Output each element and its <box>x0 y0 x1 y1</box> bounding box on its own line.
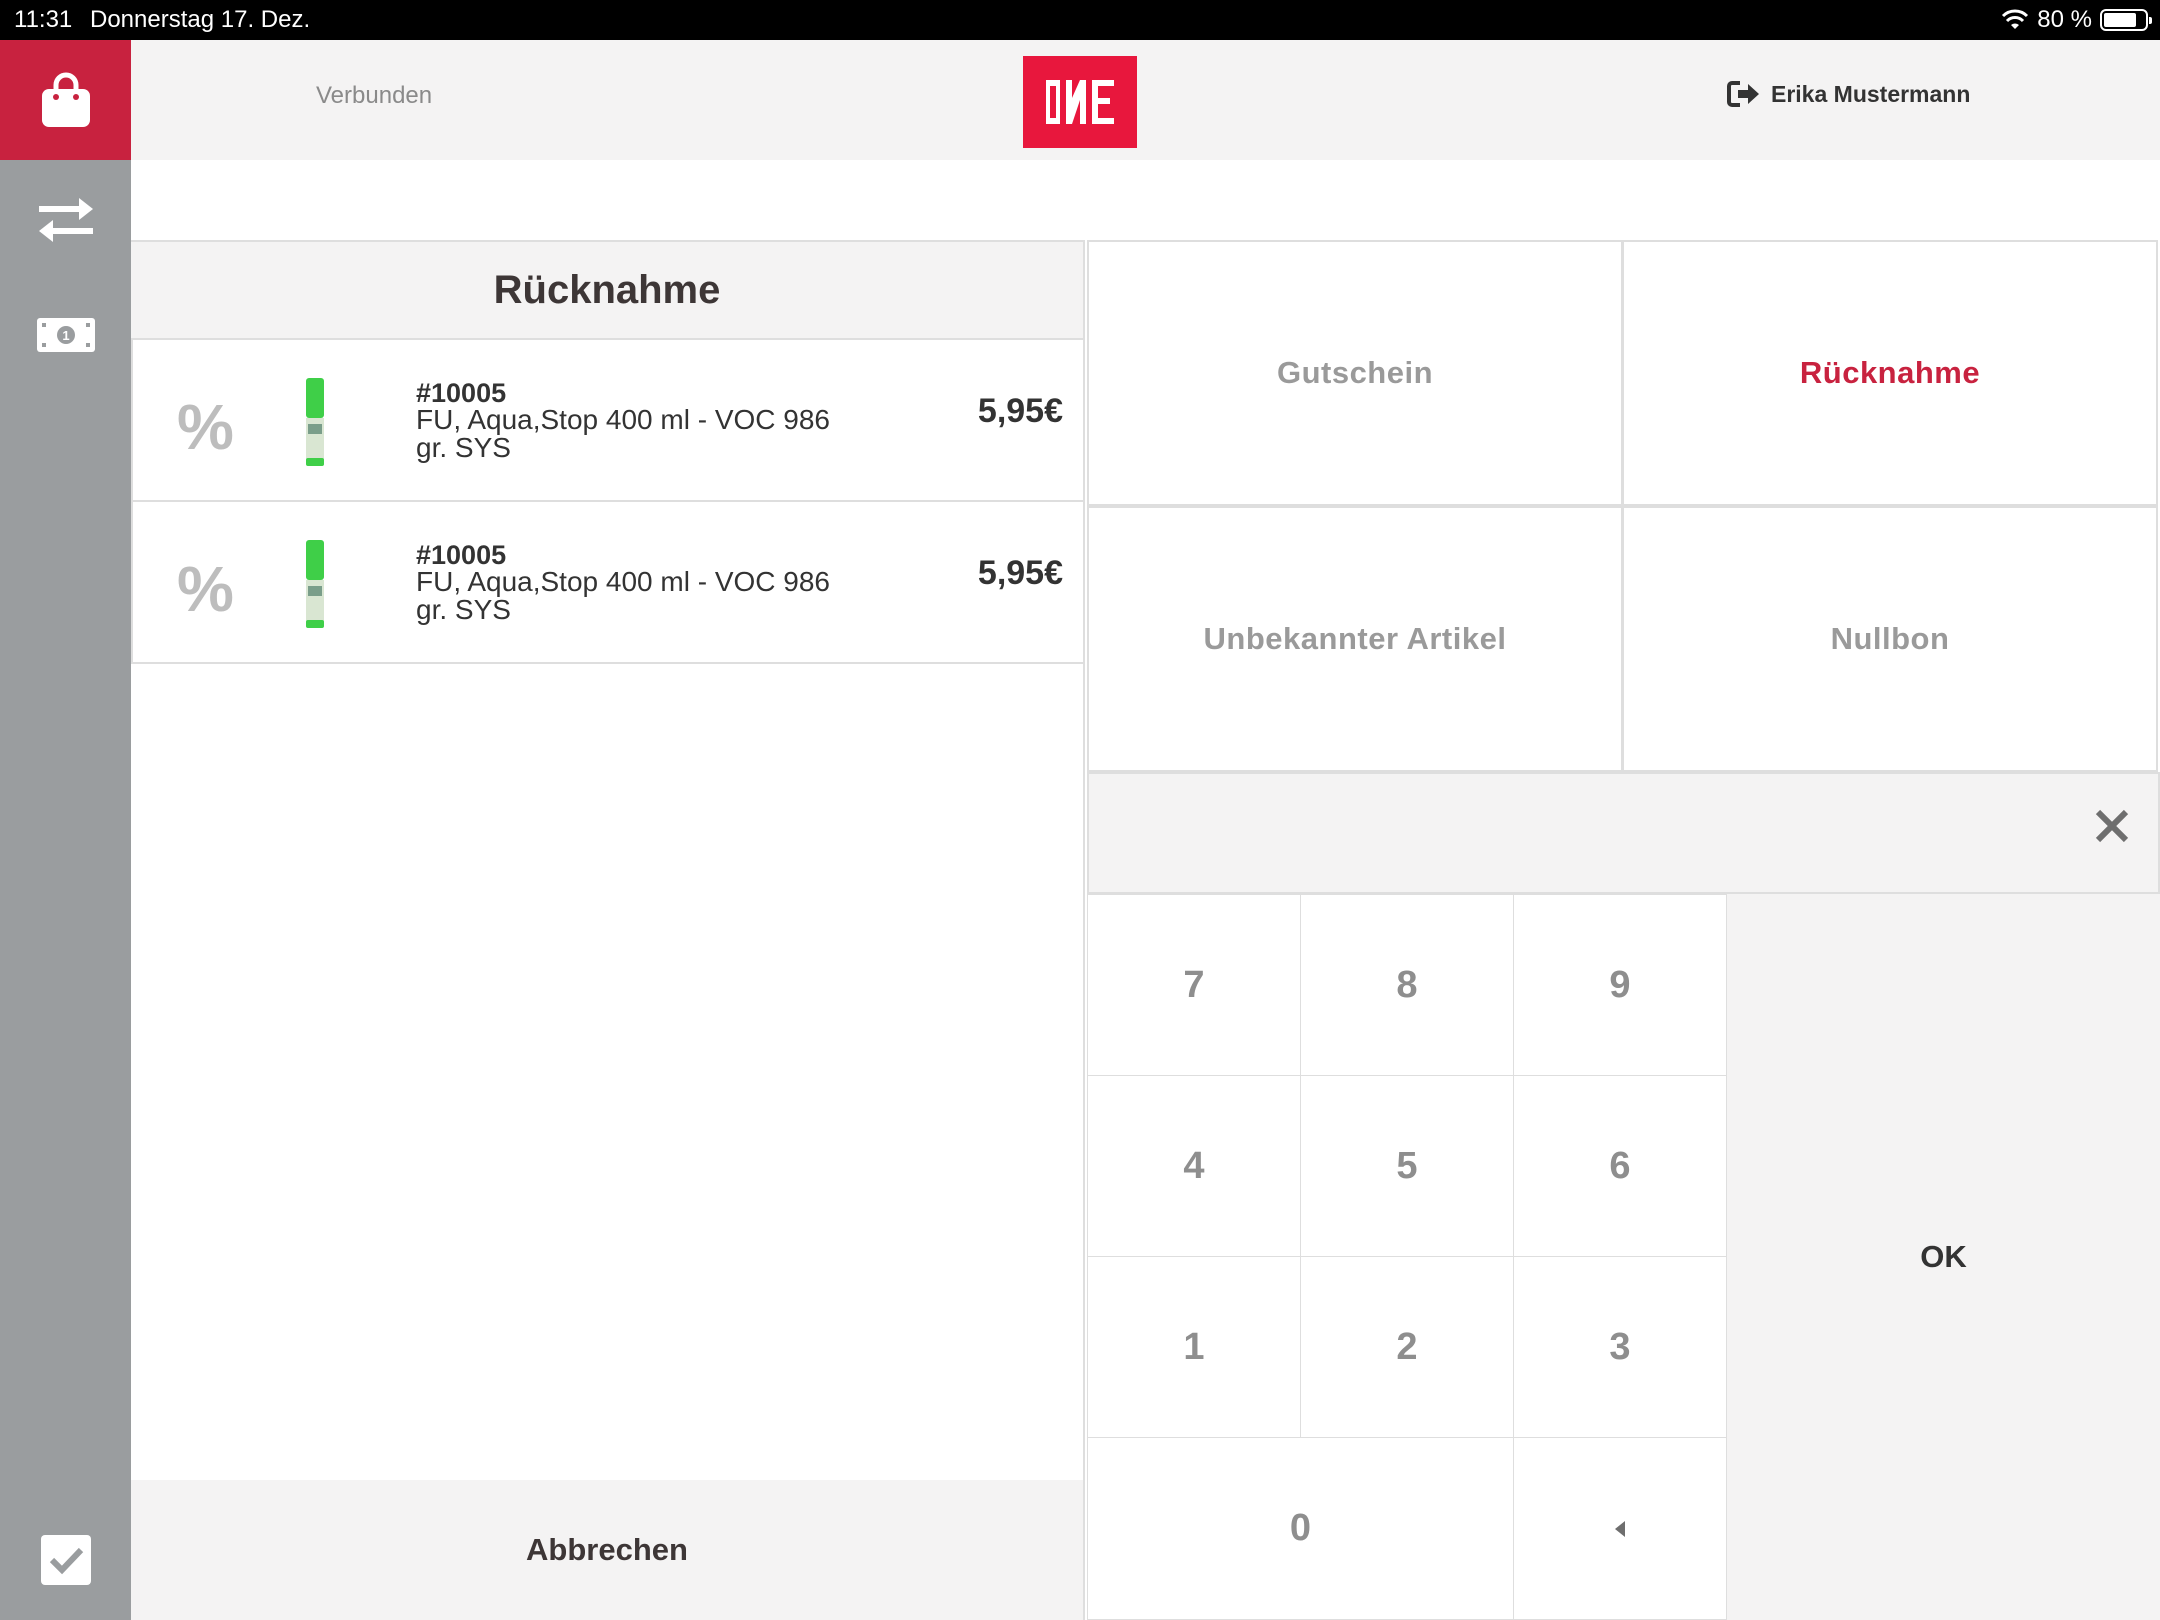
cart-item[interactable]: % #10005 FU, Aqua,Stop 400 ml - VOC 986 … <box>131 502 1083 664</box>
backspace-icon <box>1615 1520 1625 1537</box>
checkmark-icon <box>40 1535 91 1585</box>
brand-logo-mark <box>1046 80 1114 124</box>
sidebar-item-cash[interactable]: 1 <box>0 275 131 395</box>
product-image <box>306 378 324 466</box>
item-price: 5,95€ <box>977 392 1063 430</box>
discount-icon[interactable]: % <box>177 552 234 626</box>
close-icon[interactable] <box>2092 806 2132 846</box>
logout-icon <box>1727 81 1759 107</box>
shopping-bag-icon <box>41 72 90 127</box>
voucher-button[interactable]: Gutschein <box>1087 240 1623 506</box>
status-bar: 11:31 Donnerstag 17. Dez. 80 % <box>0 0 2160 40</box>
battery-percentage: 80 % <box>2037 6 2092 33</box>
return-button[interactable]: Rücknahme <box>1622 240 2158 506</box>
item-name: FU, Aqua,Stop 400 ml - VOC 986 gr. SYS <box>416 404 830 463</box>
connection-status: Verbunden <box>316 82 433 109</box>
status-time: 11:31 <box>14 6 73 33</box>
transfer-arrows-icon <box>38 198 93 242</box>
cart-title: Rücknahme <box>131 242 1083 340</box>
sidebar: 1 <box>0 40 131 1620</box>
key-6[interactable]: 6 <box>1513 1075 1727 1257</box>
ok-button[interactable]: OK <box>1727 894 2160 1620</box>
cart-panel: Rücknahme % #10005 FU, Aqua,Stop 400 ml … <box>131 240 1085 1620</box>
key-3[interactable]: 3 <box>1513 1256 1727 1438</box>
key-7[interactable]: 7 <box>1087 894 1301 1076</box>
user-name: Erika Mustermann <box>1771 80 1971 107</box>
status-date: Donnerstag 17. Dez. <box>90 6 311 33</box>
header: Verbunden Erika Mustermann <box>131 40 2160 160</box>
key-9[interactable]: 9 <box>1513 894 1727 1076</box>
key-1[interactable]: 1 <box>1087 1256 1301 1438</box>
brand-logo <box>1023 56 1137 148</box>
key-5[interactable]: 5 <box>1300 1075 1514 1257</box>
numeric-keypad: 7 8 9 4 5 6 1 2 3 0 OK <box>1087 894 2160 1620</box>
unknown-item-button[interactable]: Unbekannter Artikel <box>1087 506 1623 772</box>
amount-display[interactable] <box>1087 772 2160 894</box>
key-2[interactable]: 2 <box>1300 1256 1514 1438</box>
user-logout[interactable]: Erika Mustermann <box>1727 80 1970 108</box>
sidebar-item-shop[interactable] <box>0 40 131 160</box>
product-image <box>306 540 324 628</box>
action-panel: Gutschein Rücknahme Unbekannter Artikel … <box>1087 240 2160 1620</box>
cart-item[interactable]: % #10005 FU, Aqua,Stop 400 ml - VOC 986 … <box>131 340 1083 502</box>
cash-icon: 1 <box>36 318 95 352</box>
key-4[interactable]: 4 <box>1087 1075 1301 1257</box>
sidebar-item-transfer[interactable] <box>0 160 131 280</box>
discount-icon[interactable]: % <box>177 390 234 464</box>
battery-fill <box>2104 13 2136 27</box>
backspace-button[interactable] <box>1513 1437 1727 1620</box>
wifi-icon <box>2002 9 2029 29</box>
cancel-button[interactable]: Abbrechen <box>131 1480 1083 1620</box>
key-0[interactable]: 0 <box>1087 1437 1514 1620</box>
item-name: FU, Aqua,Stop 400 ml - VOC 986 gr. SYS <box>416 566 830 625</box>
status-indicators: 80 % <box>2001 6 2152 34</box>
sidebar-item-complete[interactable] <box>0 1500 131 1620</box>
zero-receipt-button[interactable]: Nullbon <box>1622 506 2158 772</box>
item-price: 5,95€ <box>977 554 1063 592</box>
battery-icon <box>2100 9 2152 31</box>
key-8[interactable]: 8 <box>1300 894 1514 1076</box>
svg-text:1: 1 <box>62 328 69 343</box>
